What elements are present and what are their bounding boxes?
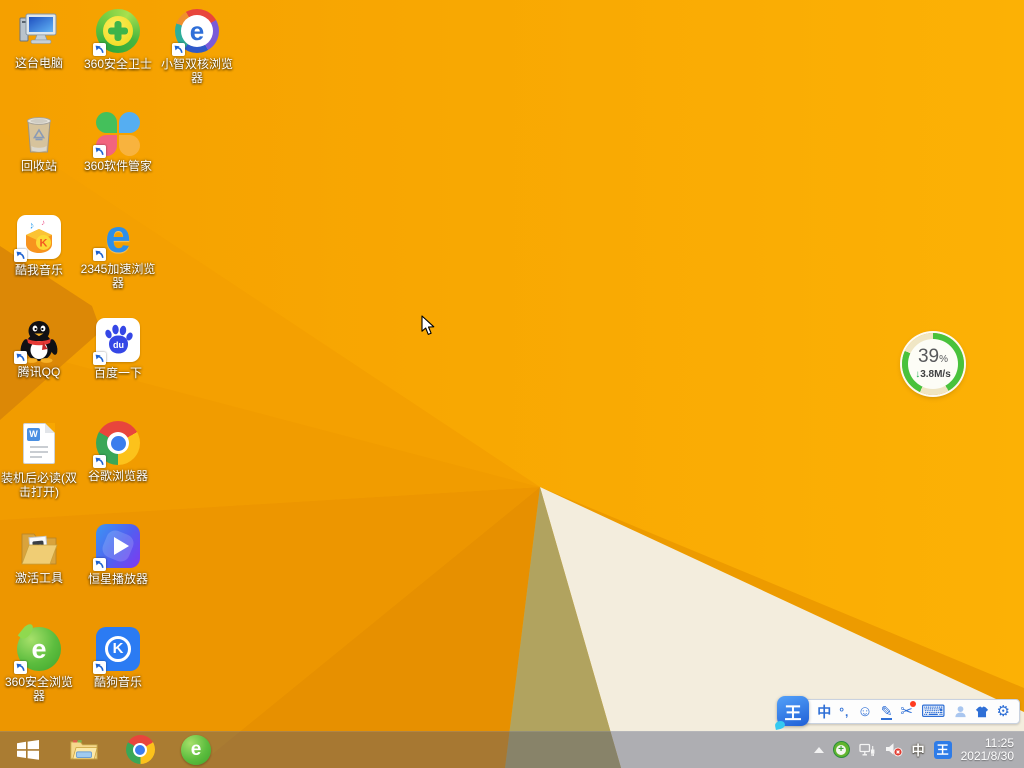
- input-language-indicator[interactable]: 中: [912, 740, 925, 759]
- icon-label: 360安全浏览器: [4, 675, 74, 703]
- desktop-icon-360-browser[interactable]: e 360安全浏览器: [0, 622, 78, 703]
- windows-desktop: 这台电脑 360安全卫士 e 小智双核浏览器 回收站 360软件管家 K ♪ ♪…: [0, 0, 1024, 768]
- download-progress-widget[interactable]: 39% ↓3.8M/s: [902, 333, 964, 395]
- 360-software-manager-icon: [93, 111, 141, 158]
- ime-toolbar: 中 °, ☺ ✎ ✂ ⌨ ⚙: [791, 699, 1020, 724]
- file-explorer-icon: [70, 740, 98, 760]
- screenshot-scissors-icon[interactable]: ✂: [900, 701, 916, 719]
- icon-label: 这台电脑: [14, 56, 63, 70]
- show-hidden-icons-button[interactable]: [813, 746, 824, 753]
- hengxing-player-icon: [93, 524, 141, 571]
- file-explorer-button[interactable]: [56, 731, 112, 768]
- 360-browser-icon: e: [14, 622, 62, 674]
- svg-text:K: K: [40, 238, 48, 250]
- this-pc-icon: [16, 8, 62, 54]
- icon-label: 小智双核浏览器: [160, 57, 233, 85]
- desktop-icon-baidu[interactable]: du 百度一下: [79, 317, 157, 380]
- desktop-icon-2345-browser[interactable]: e 2345加速浏览器: [79, 213, 157, 290]
- icon-label: 360安全卫士: [83, 57, 153, 71]
- start-button[interactable]: [0, 731, 56, 768]
- kuwo-music-icon: K ♪ ♪: [14, 215, 62, 262]
- svg-text:du: du: [113, 340, 124, 350]
- svg-text:♪: ♪: [28, 220, 36, 232]
- download-speed: ↓3.8M/s: [915, 369, 951, 380]
- desktop-icon-kuwo-music[interactable]: K ♪ ♪ 酷我音乐: [0, 214, 78, 277]
- clock[interactable]: 11:25 2021/8/30: [960, 735, 1014, 763]
- baidu-icon: du: [93, 318, 141, 365]
- tray-360-icon[interactable]: +: [832, 741, 850, 758]
- icon-label: 腾讯QQ: [17, 365, 61, 379]
- desktop-icon-this-pc[interactable]: 这台电脑: [0, 8, 78, 70]
- icon-label: 酷我音乐: [14, 263, 63, 277]
- icon-label: 谷歌浏览器: [87, 469, 148, 483]
- recycle-bin-icon: [16, 111, 62, 157]
- network-icon[interactable]: [858, 743, 876, 757]
- svg-text:♪: ♪: [41, 218, 45, 227]
- tray-time: 11:25: [984, 735, 1014, 750]
- taskbar: e + 中 王 11:25 2021/8/30: [0, 731, 1024, 768]
- xiaozhi-browser-icon: e: [172, 9, 220, 56]
- icon-label: 回收站: [20, 159, 57, 173]
- chrome-icon: [125, 735, 155, 764]
- icon-label: 恒星播放器: [87, 572, 148, 586]
- shortcut-arrow-icon: [172, 43, 185, 56]
- desktop-icon-recycle-bin[interactable]: 回收站: [0, 111, 78, 173]
- shortcut-arrow-icon: [93, 145, 106, 158]
- shortcut-arrow-icon: [93, 352, 106, 365]
- ime-logo-button[interactable]: 王: [777, 696, 809, 726]
- shortcut-arrow-icon: [14, 249, 27, 262]
- browser-e-glyph: e: [189, 16, 205, 46]
- virtual-keyboard-icon[interactable]: ⌨: [921, 703, 946, 720]
- shortcut-arrow-icon: [93, 558, 106, 571]
- activation-tool-icon: [16, 523, 62, 569]
- shortcut-arrow-icon: [93, 248, 106, 261]
- shortcut-arrow-icon: [93, 455, 106, 468]
- desktop-icon-tencent-qq[interactable]: 腾讯QQ: [0, 317, 78, 379]
- mouse-cursor: [421, 315, 436, 337]
- 360-browser-taskbar-button[interactable]: e: [168, 731, 224, 768]
- shortcut-arrow-icon: [14, 351, 27, 364]
- desktop-icon-chrome[interactable]: 谷歌浏览器: [79, 420, 157, 483]
- ime-punctuation-button[interactable]: °,: [839, 706, 849, 718]
- shortcut-arrow-icon: [93, 43, 106, 56]
- windows-logo-icon: [17, 739, 39, 760]
- 360-browser-icon: e: [181, 734, 211, 765]
- tray-date: 2021/8/30: [960, 748, 1014, 763]
- desktop-icon-xiaozhi-browser[interactable]: e 小智双核浏览器: [158, 8, 236, 85]
- desktop-icon-hengxing-player[interactable]: 恒星播放器: [79, 523, 157, 586]
- volume-muted-icon[interactable]: [885, 742, 903, 757]
- icon-label: 激活工具: [14, 571, 63, 585]
- icon-label: 2345加速浏览器: [80, 262, 156, 290]
- 360-safe-guard-icon: [93, 9, 141, 56]
- ime-tray-icon[interactable]: 王: [933, 740, 952, 759]
- shortcut-arrow-icon: [14, 661, 27, 674]
- skin-shirt-icon[interactable]: [975, 705, 989, 718]
- ime-mode-button[interactable]: 中: [817, 705, 831, 719]
- w-doc-badge: W: [27, 428, 40, 441]
- desktop-icon-kugou-music[interactable]: K 酷狗音乐: [79, 626, 157, 689]
- shortcut-arrow-icon: [93, 661, 106, 674]
- ime-logo-glyph: 王: [784, 703, 802, 723]
- chrome-taskbar-button[interactable]: [112, 731, 168, 768]
- system-tray: + 中 王 11:25 2021/8/30: [813, 735, 1024, 763]
- kugou-music-icon: K: [93, 627, 141, 674]
- 2345-browser-icon: e: [93, 213, 141, 261]
- desktop-icon-readme-doc[interactable]: W 装机后必读(双击打开): [0, 420, 78, 499]
- desktop-icon-360-software-manager[interactable]: 360软件管家: [79, 111, 157, 173]
- chrome-icon: [93, 421, 141, 468]
- icon-label: 360软件管家: [83, 159, 153, 173]
- settings-gear-icon[interactable]: ⚙: [997, 704, 1010, 719]
- tencent-qq-icon: [14, 317, 62, 364]
- emoji-icon[interactable]: ☺: [857, 704, 872, 719]
- icon-label: 百度一下: [93, 366, 142, 380]
- readme-doc-icon: W: [16, 423, 62, 469]
- desktop-icon-activation-tool[interactable]: 激活工具: [0, 523, 78, 585]
- icon-label: 装机后必读(双击打开): [1, 471, 77, 499]
- user-account-icon[interactable]: [954, 705, 967, 718]
- download-percent: 39%: [917, 346, 949, 367]
- icon-label: 酷狗音乐: [93, 675, 142, 689]
- desktop-icon-360-safe-guard[interactable]: 360安全卫士: [79, 8, 157, 71]
- handwriting-icon[interactable]: ✎: [880, 704, 893, 720]
